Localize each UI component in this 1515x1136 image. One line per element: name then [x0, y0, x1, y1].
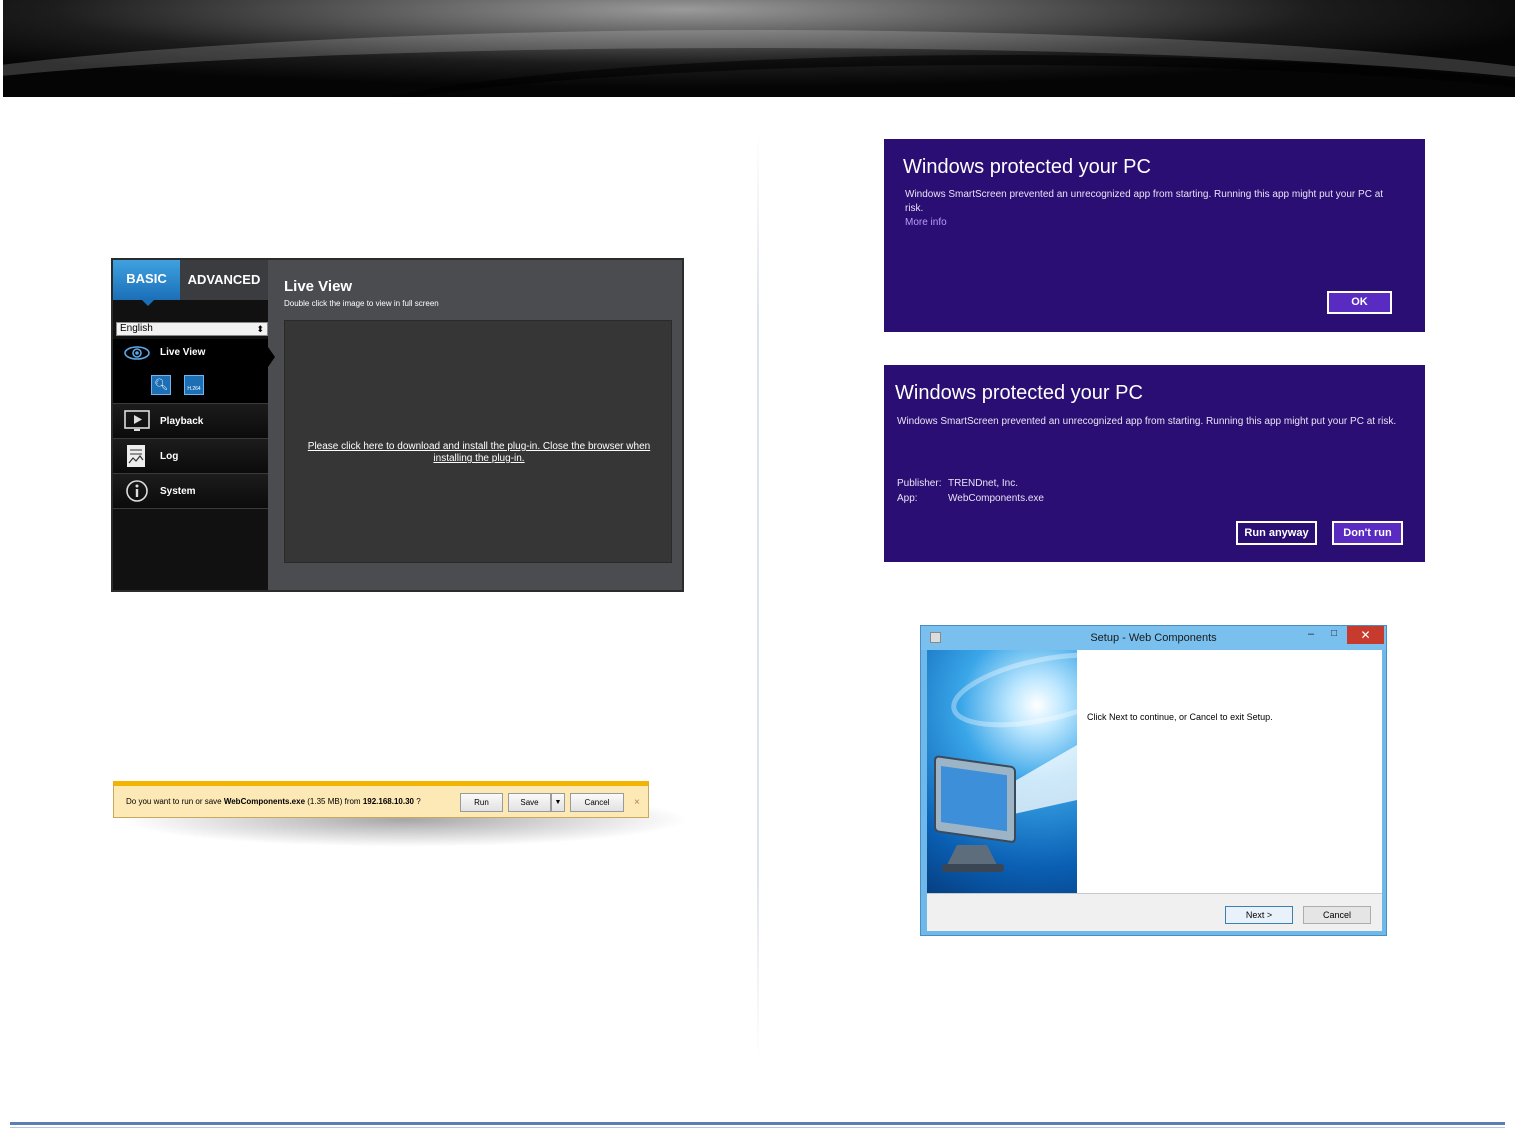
h264-icon[interactable]: H.264 [184, 375, 204, 395]
plugin-download-link[interactable]: Please click here to download and instal… [305, 441, 653, 465]
minimize-icon[interactable]: – [1308, 628, 1314, 640]
window-titlebar[interactable]: Setup - Web Components – □ ✕ [921, 626, 1386, 650]
page-title: Live View [284, 278, 353, 295]
download-filename: WebComponents.exe [223, 797, 306, 806]
page-subtitle: Double click the image to view in full s… [284, 299, 439, 308]
column-divider [757, 130, 759, 1060]
computer-monitor-icon [934, 652, 1077, 872]
setup-banner-image [927, 650, 1077, 893]
sidebar: BASIC ADVANCED English ⬍ Live View 🔍︎ H.… [113, 260, 275, 590]
close-icon[interactable]: × [634, 797, 640, 808]
eye-icon [124, 346, 150, 360]
divider [927, 893, 1382, 894]
next-button[interactable]: Next > [1225, 906, 1293, 924]
smartscreen-dialog-details: Windows protected your PC Windows SmartS… [884, 365, 1425, 562]
cancel-button[interactable]: Cancel [570, 793, 624, 812]
cancel-button[interactable]: Cancel [1303, 906, 1371, 924]
dialog-message: Windows SmartScreen prevented an unrecog… [905, 189, 1384, 214]
video-area[interactable]: Please click here to download and instal… [284, 320, 672, 563]
setup-message: Click Next to continue, or Cancel to exi… [1087, 712, 1273, 722]
run-anyway-button[interactable]: Run anyway [1236, 521, 1317, 545]
select-arrows-icon: ⬍ [256, 324, 264, 334]
zoom-icon[interactable]: 🔍︎ [151, 375, 171, 395]
run-button[interactable]: Run [460, 793, 503, 812]
tab-pointer [140, 298, 156, 306]
tab-advanced[interactable]: ADVANCED [180, 260, 268, 300]
save-button[interactable]: Save [508, 793, 551, 812]
publisher-label: Publisher: [897, 478, 942, 489]
publisher-value: TRENDnet, Inc. [948, 478, 1019, 489]
smartscreen-dialog: Windows protected your PC Windows SmartS… [884, 139, 1425, 332]
sidebar-item-live-view[interactable]: Live View 🔍︎ H.264 [113, 339, 275, 403]
sidebar-item-label: Live View [160, 347, 206, 358]
sidebar-item-label: System [160, 486, 196, 497]
tab-basic[interactable]: BASIC [113, 260, 180, 300]
save-dropdown-button[interactable]: ▼ [551, 793, 565, 812]
menu-divider [113, 508, 268, 509]
dialog-title: Windows protected your PC [895, 382, 1143, 404]
sidebar-item-system[interactable]: System [113, 473, 268, 508]
more-info-link[interactable]: More info [905, 217, 947, 228]
live-view-screenshot: BASIC ADVANCED English ⬍ Live View 🔍︎ H.… [111, 258, 684, 592]
sidebar-menu: Live View 🔍︎ H.264 Playback Log System [113, 339, 275, 509]
ok-button[interactable]: OK [1327, 291, 1392, 314]
setup-content: Click Next to continue, or Cancel to exi… [927, 650, 1382, 931]
sidebar-item-playback[interactable]: Playback [113, 403, 268, 438]
dont-run-button[interactable]: Don't run [1332, 521, 1403, 545]
maximize-icon[interactable]: □ [1331, 628, 1337, 639]
app-label: App: [897, 493, 918, 504]
sidebar-item-log[interactable]: Log [113, 438, 268, 473]
active-pointer [268, 347, 275, 367]
log-icon [127, 445, 145, 467]
close-button[interactable]: ✕ [1347, 626, 1384, 644]
language-select[interactable]: English ⬍ [116, 322, 268, 336]
setup-window: Setup - Web Components – □ ✕ Click Next … [920, 625, 1387, 936]
footer-rule-thin [10, 1127, 1505, 1128]
download-host: 192.168.10.30 [362, 797, 414, 806]
dialog-message: Windows SmartScreen prevented an unrecog… [897, 416, 1397, 427]
document-page: BASIC ADVANCED English ⬍ Live View 🔍︎ H.… [0, 0, 1515, 1136]
window-title: Setup - Web Components [1090, 632, 1217, 644]
footer-rule [10, 1122, 1505, 1125]
info-icon [126, 480, 148, 502]
header-banner [3, 0, 1515, 97]
dialog-title: Windows protected your PC [903, 156, 1151, 178]
app-value: WebComponents.exe [948, 493, 1044, 504]
playback-icon [124, 410, 150, 431]
sidebar-item-label: Playback [160, 416, 204, 427]
download-notification-bar: Do you want to run or save WebComponents… [113, 781, 649, 818]
sidebar-item-label: Log [160, 451, 179, 462]
language-value: English [120, 323, 153, 334]
download-prompt: Do you want to run or save WebComponents… [126, 797, 421, 806]
setup-text-panel [1077, 650, 1382, 893]
